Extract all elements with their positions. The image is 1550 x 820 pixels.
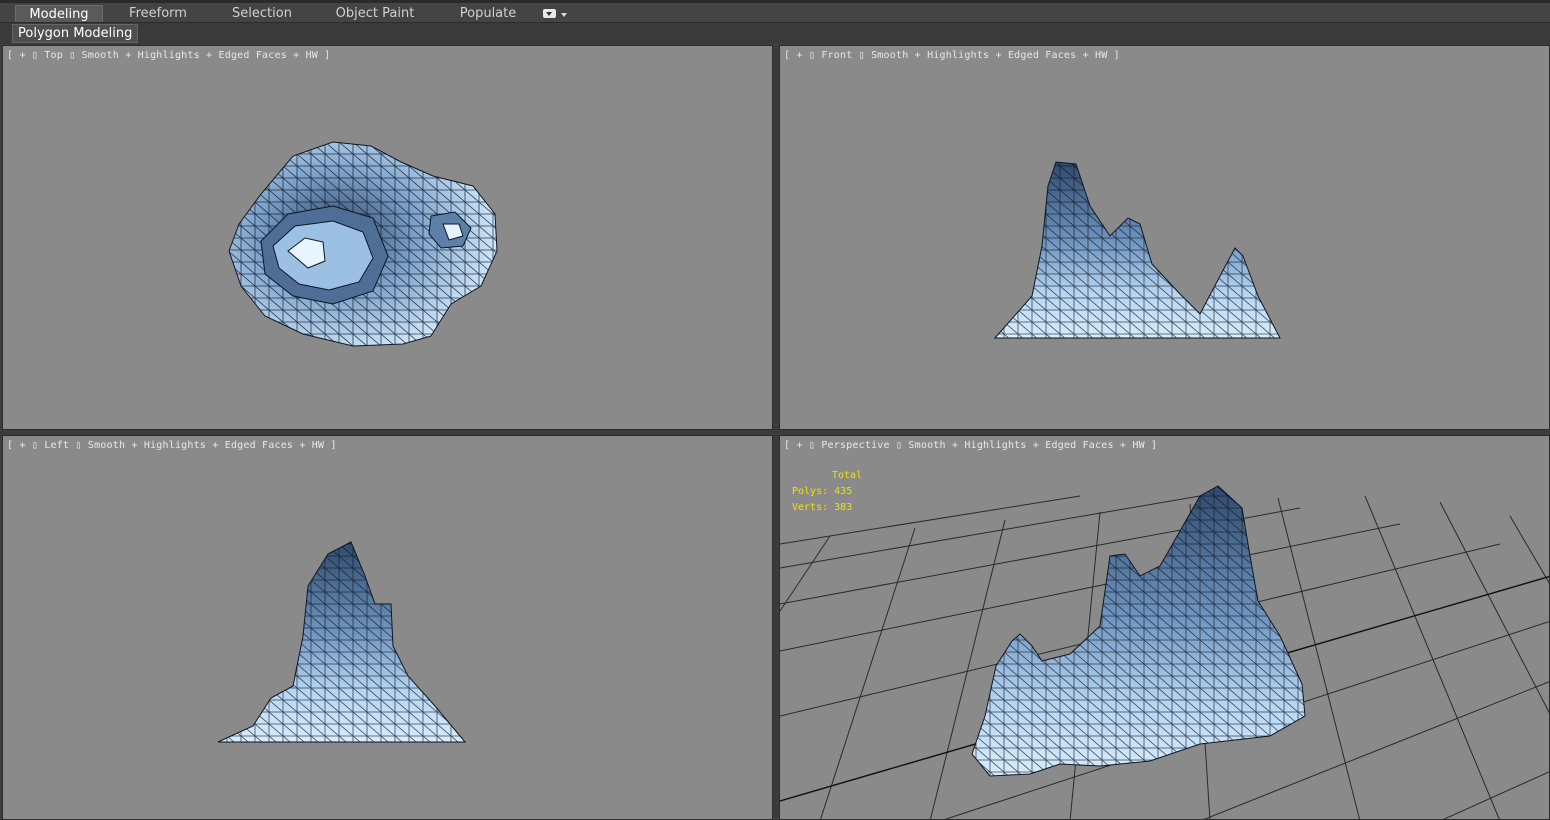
tab-object-paint[interactable]: Object Paint xyxy=(330,5,420,23)
tab-freeform[interactable]: Freeform xyxy=(118,5,198,23)
tab-populate[interactable]: Populate xyxy=(448,5,528,23)
viewport-left[interactable]: [ + ▯ Left ▯ Smooth + Highlights + Edged… xyxy=(2,435,773,820)
polygon-modeling-panel-tab[interactable]: Polygon Modeling xyxy=(12,24,139,43)
chevron-down-icon xyxy=(561,13,567,17)
iceberg-top-view xyxy=(228,141,498,347)
viewport-perspective[interactable]: [ + ▯ Perspective ▯ Smooth + Highlights … xyxy=(779,435,1550,820)
iceberg-perspective-view xyxy=(971,485,1306,777)
ribbon-options-button[interactable] xyxy=(543,8,569,21)
ribbon-panel-bar: Polygon Modeling xyxy=(0,23,1550,43)
iceberg-front-view xyxy=(993,161,1281,339)
dropdown-toggle-icon xyxy=(543,9,556,18)
tab-selection[interactable]: Selection xyxy=(222,5,302,23)
ribbon-tab-bar: Modeling Freeform Selection Object Paint… xyxy=(0,3,1550,24)
viewport-top[interactable]: [ + ▯ Top ▯ Smooth + Highlights + Edged … xyxy=(2,45,773,430)
viewport-front[interactable]: [ + ▯ Front ▯ Smooth + Highlights + Edge… xyxy=(779,45,1550,430)
iceberg-left-view xyxy=(217,541,467,743)
